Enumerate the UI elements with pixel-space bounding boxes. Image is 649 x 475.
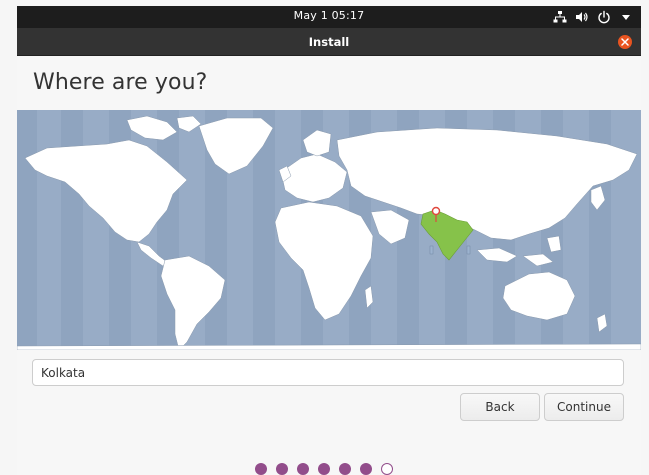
progress-dot-current <box>381 463 393 475</box>
progress-dots <box>17 463 641 475</box>
timezone-map[interactable] <box>17 110 641 350</box>
power-icon[interactable] <box>597 10 611 24</box>
installer-content: Where are you? Kolkata Back Continue <box>17 56 641 475</box>
system-top-bar: May 1 05:17 <box>17 6 641 28</box>
back-button[interactable]: Back <box>460 393 540 421</box>
progress-dot <box>339 463 351 475</box>
progress-dot <box>255 463 267 475</box>
clock[interactable]: May 1 05:17 <box>17 9 641 22</box>
island-marker <box>429 245 434 255</box>
world-map[interactable] <box>17 110 641 350</box>
continue-button[interactable]: Continue <box>544 393 624 421</box>
location-input[interactable] <box>32 359 624 386</box>
progress-dot <box>318 463 330 475</box>
window-title-bar: Install <box>17 28 641 56</box>
progress-dot <box>297 463 309 475</box>
volume-icon[interactable] <box>575 10 589 24</box>
close-icon <box>621 38 629 46</box>
installer-screen: May 1 05:17 Install Where are you? Kolka… <box>0 0 649 475</box>
page-title: Where are you? <box>33 70 208 95</box>
system-tray[interactable] <box>553 9 633 25</box>
island-marker <box>466 245 471 255</box>
window-title: Install <box>308 35 350 49</box>
progress-dot <box>276 463 288 475</box>
progress-dot <box>360 463 372 475</box>
close-button[interactable] <box>618 35 632 49</box>
menu-arrow-icon[interactable] <box>619 10 633 24</box>
network-icon[interactable] <box>553 10 567 24</box>
